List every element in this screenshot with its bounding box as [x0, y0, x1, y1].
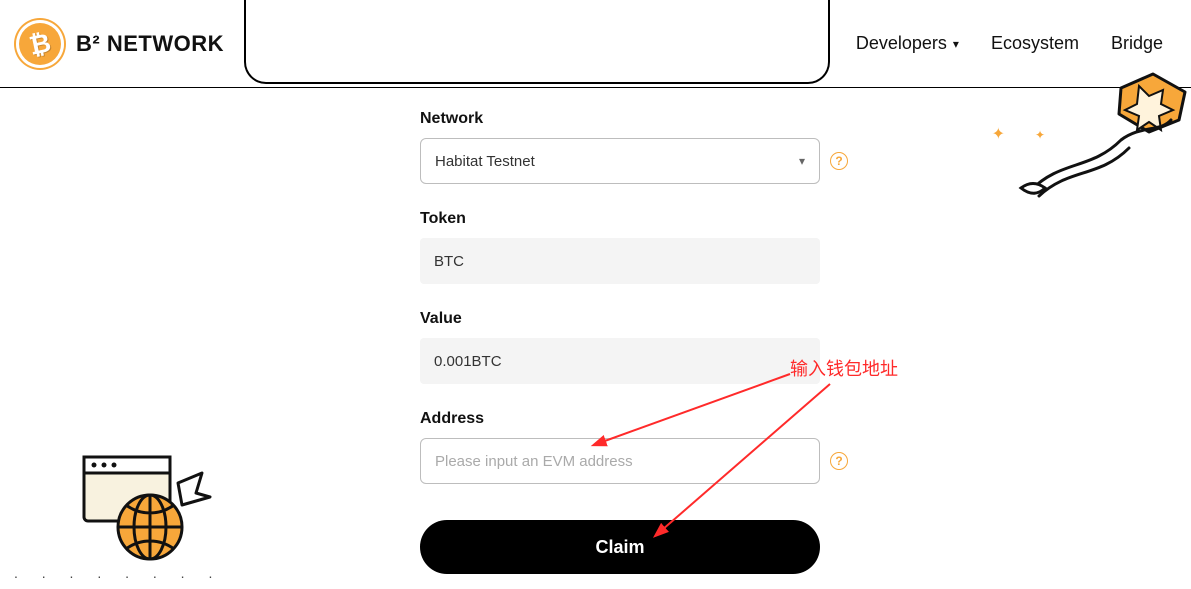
nav-ecosystem[interactable]: Ecosystem [991, 33, 1079, 54]
sparkle-icon: ✦ [1035, 128, 1045, 142]
value-amount: 0.001BTC [420, 338, 820, 384]
value-label: Value [420, 310, 820, 328]
sparkle-icon: ✦ [992, 124, 1005, 144]
faucet-form: Network Habitat Testnet ▾ ? Token BTC Va… [420, 110, 820, 574]
address-label: Address [420, 410, 820, 428]
dot-decoration: . . . . . . . . [14, 565, 222, 581]
network-label: Network [420, 110, 820, 128]
address-input[interactable] [420, 438, 820, 484]
brand-text: B² NETWORK [76, 31, 224, 57]
header-tab-outline [244, 0, 830, 84]
address-help-icon[interactable]: ? [830, 452, 848, 470]
claim-button[interactable]: Claim [420, 520, 820, 574]
header-bar: B² NETWORK Developers ▾ Ecosystem Bridge [0, 0, 1191, 88]
chevron-down-icon: ▾ [953, 37, 959, 51]
nav-bridge[interactable]: Bridge [1111, 33, 1163, 54]
network-help-icon[interactable]: ? [830, 152, 848, 170]
annotation-input-wallet: 输入钱包地址 [790, 355, 898, 381]
bitcoin-logo-icon [16, 20, 64, 68]
token-label: Token [420, 210, 820, 228]
network-select[interactable]: Habitat Testnet ▾ [420, 138, 820, 184]
chevron-down-icon: ▾ [799, 154, 805, 168]
brand-block[interactable]: B² NETWORK [0, 20, 244, 68]
window-globe-decoration [78, 453, 218, 563]
network-selected-value: Habitat Testnet [435, 153, 535, 170]
header-nav: Developers ▾ Ecosystem Bridge [856, 0, 1191, 87]
nav-developers-label: Developers [856, 33, 947, 54]
nav-developers[interactable]: Developers ▾ [856, 33, 959, 54]
token-value: BTC [420, 238, 820, 284]
